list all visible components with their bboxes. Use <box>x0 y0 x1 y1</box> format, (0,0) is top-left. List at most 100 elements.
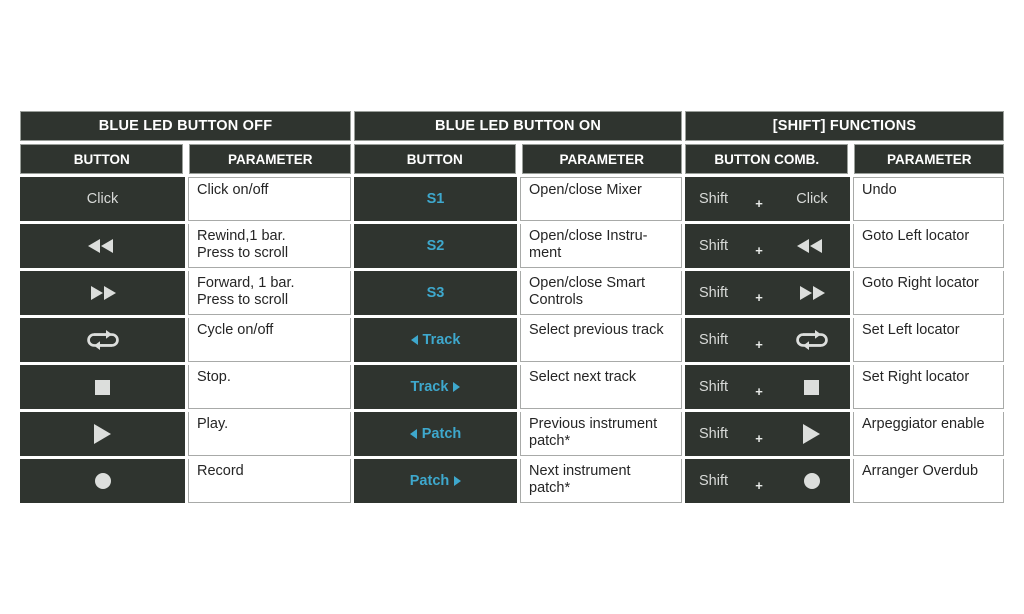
button-cell[interactable] <box>20 224 185 268</box>
keymap-sheet: BLUE LED BUTTON OFF BUTTON PARAMETER Click C… <box>0 0 1024 614</box>
parameter-cell: Open/close Smart Controls <box>520 271 682 315</box>
table-row: Shift + Arpeggiator enable <box>685 412 1004 456</box>
nav-button-label: Patch <box>410 473 462 489</box>
table-row: Shift + Arranger Overdub <box>685 459 1004 503</box>
table-row: Forward, 1 bar. Press to scroll <box>20 271 351 315</box>
column-headers: BUTTON COMB. PARAMETER <box>685 144 1004 174</box>
button-cell[interactable]: S2 <box>354 224 517 268</box>
parameter-cell: Arpeggiator enable <box>853 412 1004 456</box>
button-cell[interactable]: Shift + <box>685 412 850 456</box>
header-button: BUTTON <box>354 144 516 174</box>
button-cell[interactable]: Track <box>354 318 517 362</box>
record-icon <box>803 473 820 489</box>
modifier-label: Shift <box>699 191 729 207</box>
button-cell[interactable]: Click <box>20 177 185 221</box>
parameter-cell: Select next track <box>520 365 682 409</box>
rewind-icon <box>796 239 827 253</box>
table-row: Record <box>20 459 351 503</box>
stop-icon <box>804 379 820 395</box>
button-label: S3 <box>426 285 445 301</box>
plus-symbol: + <box>755 477 763 493</box>
table-row: Shift + Click Undo <box>685 177 1004 221</box>
table-row: S1 Open/close Mixer <box>354 177 682 221</box>
forward-icon <box>797 286 827 300</box>
button-label: Click <box>796 191 828 207</box>
parameter-cell: Record <box>188 459 351 503</box>
play-icon <box>803 424 821 444</box>
group-title: BLUE LED BUTTON ON <box>354 111 682 141</box>
plus-symbol: + <box>755 289 763 305</box>
column-group-3: [SHIFT] FUNCTIONS BUTTON COMB. PARAMETER Sh… <box>685 111 1004 503</box>
table-body: Shift + Click Undo Shift + Goto Left locator Sh… <box>685 177 1004 503</box>
parameter-cell: Forward, 1 bar. Press to scroll <box>188 271 351 315</box>
button-combination: Shift + <box>685 235 850 258</box>
parameter-cell: Previous instrument patch* <box>520 412 682 456</box>
plus-symbol: + <box>755 383 763 399</box>
column-group-2: BLUE LED BUTTON ON BUTTON PARAMETER S1 Open/… <box>354 111 682 503</box>
table-body: Click Click on/off Rewind,1 bar. Press to … <box>20 177 351 503</box>
table-row: Track Select next track <box>354 365 682 409</box>
record-icon <box>94 473 111 489</box>
parameter-cell: Set Right locator <box>853 365 1004 409</box>
button-combination: Shift + <box>685 376 850 399</box>
parameter-cell: Play. <box>188 412 351 456</box>
parameter-cell: Click on/off <box>188 177 351 221</box>
rewind-icon <box>87 239 118 253</box>
button-cell[interactable] <box>20 271 185 315</box>
combination-target: Click <box>790 191 834 207</box>
button-label: Patch <box>409 473 450 489</box>
button-cell[interactable]: Shift + <box>685 224 850 268</box>
table-row: S3 Open/close Smart Controls <box>354 271 682 315</box>
button-combination: Shift + <box>685 282 850 305</box>
button-label: S2 <box>426 238 445 254</box>
combination-target <box>790 379 834 395</box>
parameter-cell: Goto Right locator <box>853 271 1004 315</box>
modifier-label: Shift <box>699 379 729 395</box>
nav-button-label: Patch <box>409 426 461 442</box>
column-headers: BUTTON PARAMETER <box>354 144 682 174</box>
parameter-cell: Goto Left locator <box>853 224 1004 268</box>
table-row: Shift + Goto Left locator <box>685 224 1004 268</box>
button-cell[interactable]: Shift + <box>685 459 850 503</box>
combination-target <box>790 473 834 489</box>
modifier-label: Shift <box>699 285 729 301</box>
nav-button-label: Track <box>410 332 461 348</box>
button-label: Track <box>422 332 461 348</box>
button-cell[interactable]: Track <box>354 365 517 409</box>
button-cell[interactable]: Patch <box>354 412 517 456</box>
button-cell[interactable]: Shift + <box>685 271 850 315</box>
button-cell[interactable] <box>20 365 185 409</box>
parameter-cell: Select previous track <box>520 318 682 362</box>
button-combination: Shift + <box>685 423 850 446</box>
parameter-cell: Next instrument patch* <box>520 459 682 503</box>
button-combination: Shift + <box>685 329 850 352</box>
header-button: BUTTON <box>20 144 184 174</box>
table-row: Patch Next instrument patch* <box>354 459 682 503</box>
nav-button-label: Track <box>411 379 461 395</box>
button-cell[interactable]: S3 <box>354 271 517 315</box>
parameter-cell: Rewind,1 bar. Press to scroll <box>188 224 351 268</box>
parameter-cell: Set Left locator <box>853 318 1004 362</box>
button-cell[interactable] <box>20 459 185 503</box>
parameter-cell: Cycle on/off <box>188 318 351 362</box>
modifier-label: Shift <box>699 332 729 348</box>
button-cell[interactable]: Shift + <box>685 365 850 409</box>
parameter-cell: Stop. <box>188 365 351 409</box>
parameter-cell: Open/close Instru- ment <box>520 224 682 268</box>
button-label: Track <box>410 379 449 395</box>
table-row: Click Click on/off <box>20 177 351 221</box>
modifier-label: Shift <box>699 473 729 489</box>
header-parameter: PARAMETER <box>521 144 682 174</box>
button-cell[interactable]: S1 <box>354 177 517 221</box>
button-cell[interactable]: Shift + Click <box>685 177 850 221</box>
caret-right-icon <box>454 476 462 486</box>
button-cell[interactable]: Patch <box>354 459 517 503</box>
button-cell[interactable] <box>20 318 185 362</box>
table-row: S2 Open/close Instru- ment <box>354 224 682 268</box>
button-cell[interactable] <box>20 412 185 456</box>
button-cell[interactable]: Shift + <box>685 318 850 362</box>
button-combination: Shift + Click <box>685 188 850 211</box>
header-parameter: PARAMETER <box>854 144 1004 174</box>
play-icon <box>94 424 111 444</box>
caret-left-icon <box>410 335 418 345</box>
